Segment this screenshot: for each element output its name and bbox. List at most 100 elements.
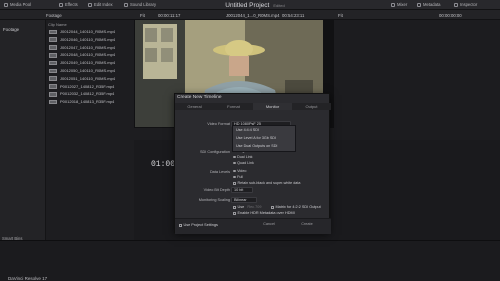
top-toolbar: Media Pool Effects Edit Index Sound Libr… (0, 0, 500, 10)
clip-thumbnail-icon (49, 29, 57, 35)
clip-thumbnail-icon (49, 37, 57, 42)
clip-list-item[interactable]: J0012047_140110_R0MS.mp4 (49, 44, 133, 52)
video-format-label: Video Format (207, 122, 230, 126)
use-project-settings-checkbox[interactable]: Use Project Settings (179, 223, 218, 227)
checkbox-icon (233, 181, 236, 185)
data-level-full-label: Full (237, 175, 244, 179)
menu-item-use-dual-outputs[interactable]: Use Dual Outputs on SDI (236, 144, 277, 148)
clip-name: P0012018_140813_R35F.mp4 (60, 99, 115, 105)
metadata-label: Metadata (423, 2, 441, 7)
edit-index-button[interactable]: Edit Index (88, 2, 113, 8)
clip-thumbnail-icon (49, 99, 57, 105)
clip-name: P0012032_140812_R35F.mp4 (60, 91, 115, 97)
sdi-quad-link-radio[interactable]: Quad Link (233, 161, 254, 165)
menu-item-use-level-a[interactable]: Use Level A for 3Gb SDI (236, 136, 276, 140)
mixer-button[interactable]: Mixer (391, 2, 407, 8)
media-pool-list: Clip Name J0012044_140110_R0MS.mp4 J00120… (46, 20, 134, 240)
clip-name: J0012049_140110_R0MS.mp4 (60, 60, 116, 66)
clip-name: J0012044_140110_R0MS.mp4 (60, 29, 116, 34)
source-clip-name: J0012044_1...0_R0MS.mp4 (226, 12, 280, 18)
clip-thumbnail-icon (49, 53, 57, 58)
video-bit-depth-label: Video Bit Depth (203, 188, 230, 192)
source-zoom-select[interactable]: Fit (140, 13, 145, 18)
dialog-title: Create New Timeline (177, 95, 222, 100)
checkbox-icon (233, 205, 236, 209)
clip-name: J0012050_140110_R0MS.mp4 (60, 68, 116, 73)
clip-list-item[interactable]: J0012050_140110_R0MS.mp4 (49, 67, 133, 75)
project-title: Untitled Project Edited (215, 2, 295, 9)
mixer-label: Mixer (397, 2, 408, 7)
sdi-dual-link-radio[interactable]: Dual Link (233, 155, 252, 159)
clip-list-item[interactable]: J0012046_140110_R0MS.mp4 (49, 36, 133, 44)
source-duration: 00:54:23:11 (282, 12, 305, 18)
menu-item-use-444-sdi[interactable]: Use 4:4:4 SDI (236, 128, 259, 132)
checkbox-icon (271, 205, 274, 209)
app-name-label: DaVinci Resolve 17 (8, 276, 48, 281)
clip-thumbnail-icon (49, 92, 57, 97)
radio-circle-icon (233, 155, 236, 159)
clip-list-item[interactable]: J0012049_140110_R0MS.mp4 (49, 59, 133, 67)
media-pool-icon (4, 2, 8, 7)
data-level-full-radio[interactable]: Full (233, 175, 243, 179)
radio-circle-icon (233, 169, 236, 173)
cancel-button[interactable]: Cancel (255, 221, 283, 228)
project-title-text: Untitled Project (225, 1, 270, 9)
clip-list-item[interactable]: J0012051_140110_R0MS.mp4 (49, 75, 133, 83)
sdi-dual-link-label: Dual Link (237, 155, 253, 159)
data-level-video-radio[interactable]: Video (233, 169, 246, 173)
create-button[interactable]: Create (293, 221, 321, 228)
retain-subblack-label: Retain sub-black and super-white data (237, 181, 301, 185)
media-pool-label: Media Pool (10, 2, 31, 7)
tab-general[interactable]: General (175, 103, 214, 110)
clip-name: J0012047_140110_R0MS.mp4 (60, 44, 116, 50)
hdr-metadata-checkbox[interactable]: Enable HDR Metadata over HDMI (233, 211, 295, 215)
retain-subblack-checkbox[interactable]: Retain sub-black and super-white data (233, 181, 300, 185)
record-timecode: 00:00:00:00 (439, 12, 462, 18)
effects-button[interactable]: Effects (59, 2, 78, 8)
video-format-dropdown-menu: Use 4:4:4 SDI Use Level A for 3Gb SDI Us… (232, 125, 296, 152)
clip-thumbnail-icon (49, 45, 57, 50)
dialog-tabs: General Format Monitor Output (175, 103, 331, 110)
timeline-zoom-select[interactable]: Fit (338, 13, 343, 18)
mixer-icon (391, 2, 395, 7)
video-bit-depth-value: 10 bit (234, 188, 244, 192)
checkbox-icon (233, 211, 236, 215)
media-pool-button[interactable]: Media Pool (4, 2, 31, 8)
sdi-quad-link-label: Quad Link (237, 161, 254, 165)
use-colorspace-row[interactable]: Use Rec.709 (233, 205, 261, 209)
hdr-metadata-label: Enable HDR Metadata over HDMI (237, 211, 295, 215)
bin-list-panel: Footage Smart Bins Keywords (0, 20, 46, 248)
inspector-button[interactable]: Inspector (454, 2, 477, 8)
clip-thumbnail-icon (49, 84, 57, 89)
bin-item-footage[interactable]: Footage (3, 27, 19, 32)
tab-format[interactable]: Format (214, 103, 253, 110)
edit-index-label: Edit Index (94, 2, 113, 7)
monitoring-scaling-label: Monitoring Scaling (198, 198, 230, 202)
video-bit-depth-select[interactable]: 10 bit (231, 187, 253, 193)
clip-list-item[interactable]: P0012027_140812_R35F.mp4 (49, 83, 133, 91)
clip-name: J0012051_140110_R0MS.mp4 (60, 75, 116, 81)
source-timecode: 00:00:11:17 (158, 12, 181, 18)
clip-thumbnail-icon (49, 68, 57, 74)
clip-list-item[interactable]: P0012032_140812_R35F.mp4 (49, 90, 133, 98)
clip-list-item[interactable]: J0012048_140110_R0MS.mp4 (49, 51, 133, 59)
clip-name-column-header[interactable]: Clip Name (48, 22, 67, 27)
tab-output[interactable]: Output (292, 103, 331, 110)
sound-library-icon (124, 2, 128, 7)
metadata-button[interactable]: Metadata (417, 2, 440, 8)
tab-monitor[interactable]: Monitor (253, 103, 292, 110)
viewer-toolbar: Footage Fit 00:00:11:17 J0012044_1...0_R… (0, 10, 500, 20)
clip-list-item[interactable]: P0012018_140813_R35F.mp4 (49, 98, 133, 106)
matrix-422-checkbox[interactable]: Matrix for 4:2:2 SDI Output (271, 205, 321, 209)
monitoring-scaling-select[interactable]: Bilinear (231, 197, 257, 203)
edit-index-icon (88, 2, 92, 7)
use-label: Use (237, 205, 245, 209)
inspector-label: Inspector (460, 2, 478, 7)
checkbox-icon (179, 223, 182, 227)
page-navigation-bar: DaVinci Resolve 17 (0, 240, 500, 281)
clip-name: J0012046_140110_R0MS.mp4 (60, 36, 116, 42)
clip-list-item[interactable]: J0012044_140110_R0MS.mp4 (49, 28, 133, 36)
monitoring-scaling-value: Bilinear (234, 198, 247, 202)
data-levels-label: Data Levels (209, 170, 230, 174)
sound-library-button[interactable]: Sound Library (124, 2, 156, 8)
